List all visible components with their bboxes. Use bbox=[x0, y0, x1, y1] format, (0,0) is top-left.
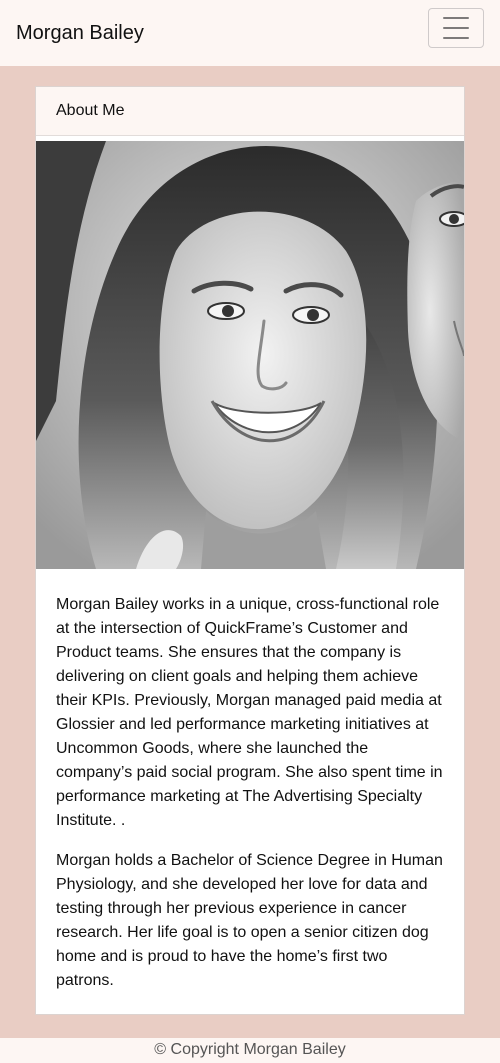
about-card: About Me Morgan Bailey works in a unique… bbox=[35, 86, 465, 1015]
card-header: About Me bbox=[36, 87, 464, 136]
bio-paragraph: Morgan holds a Bachelor of Science Degre… bbox=[56, 852, 443, 989]
hamburger-menu-icon bbox=[443, 17, 469, 39]
copyright-text: © Copyright Morgan Bailey bbox=[154, 1041, 346, 1058]
navbar: Morgan Bailey bbox=[0, 0, 500, 66]
bio-paragraph: Morgan Bailey works in a unique, cross-f… bbox=[56, 596, 443, 829]
profile-photo bbox=[36, 141, 464, 569]
brand-link[interactable]: Morgan Bailey bbox=[16, 20, 144, 46]
card-body: Morgan Bailey works in a unique, cross-f… bbox=[56, 593, 448, 1009]
footer: © Copyright Morgan Bailey bbox=[0, 1038, 500, 1063]
portrait-image bbox=[36, 141, 464, 569]
navbar-toggle-button[interactable] bbox=[428, 8, 484, 48]
